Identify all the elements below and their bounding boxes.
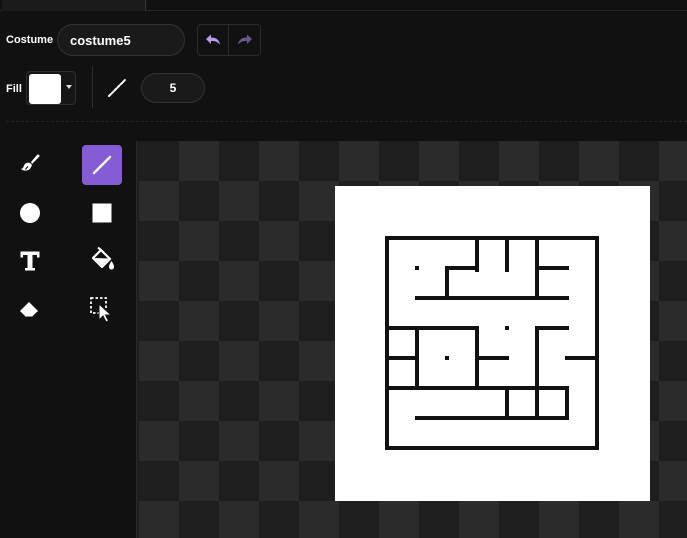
rectangle-tool[interactable] bbox=[82, 193, 122, 233]
costume-name-input[interactable]: costume5 bbox=[57, 24, 185, 56]
fill-color-picker[interactable] bbox=[26, 71, 76, 105]
editor-tab-strip bbox=[0, 0, 687, 11]
caret-down-icon[interactable] bbox=[66, 85, 72, 89]
select-tool[interactable] bbox=[82, 289, 122, 329]
undo-button[interactable] bbox=[198, 25, 230, 55]
fill-outline-row: Fill 5 bbox=[0, 66, 687, 108]
fill-tool[interactable] bbox=[82, 241, 122, 281]
line-icon bbox=[92, 155, 112, 175]
paint-canvas[interactable] bbox=[136, 141, 687, 538]
line-width-icon bbox=[108, 79, 126, 97]
editor-tab[interactable] bbox=[2, 0, 146, 11]
brush-icon bbox=[21, 154, 40, 171]
brush-tool[interactable] bbox=[10, 145, 50, 185]
circle-icon bbox=[20, 203, 40, 223]
costume-image bbox=[335, 186, 650, 501]
eraser-tool[interactable] bbox=[10, 289, 50, 329]
costume-label: Costume bbox=[6, 34, 54, 46]
divider bbox=[92, 66, 93, 108]
rectangle-icon bbox=[92, 203, 112, 223]
redo-button[interactable] bbox=[229, 25, 260, 55]
fill-color-swatch[interactable] bbox=[29, 74, 61, 104]
costume-row: Costume costume5 bbox=[0, 24, 687, 56]
undo-icon bbox=[206, 34, 220, 45]
fill-label: Fill bbox=[6, 83, 22, 95]
line-tool[interactable] bbox=[82, 145, 122, 185]
undo-redo-group bbox=[197, 24, 261, 56]
eraser-icon bbox=[20, 302, 38, 318]
maze-artwork bbox=[385, 236, 599, 450]
select-icon bbox=[90, 297, 113, 323]
toolbar-divider bbox=[6, 121, 687, 122]
text-icon bbox=[20, 251, 40, 271]
circle-tool[interactable] bbox=[10, 193, 50, 233]
paint-bucket-icon bbox=[91, 247, 114, 270]
text-tool[interactable] bbox=[10, 241, 50, 281]
redo-icon bbox=[237, 34, 252, 45]
outline-width-input[interactable]: 5 bbox=[141, 73, 205, 103]
